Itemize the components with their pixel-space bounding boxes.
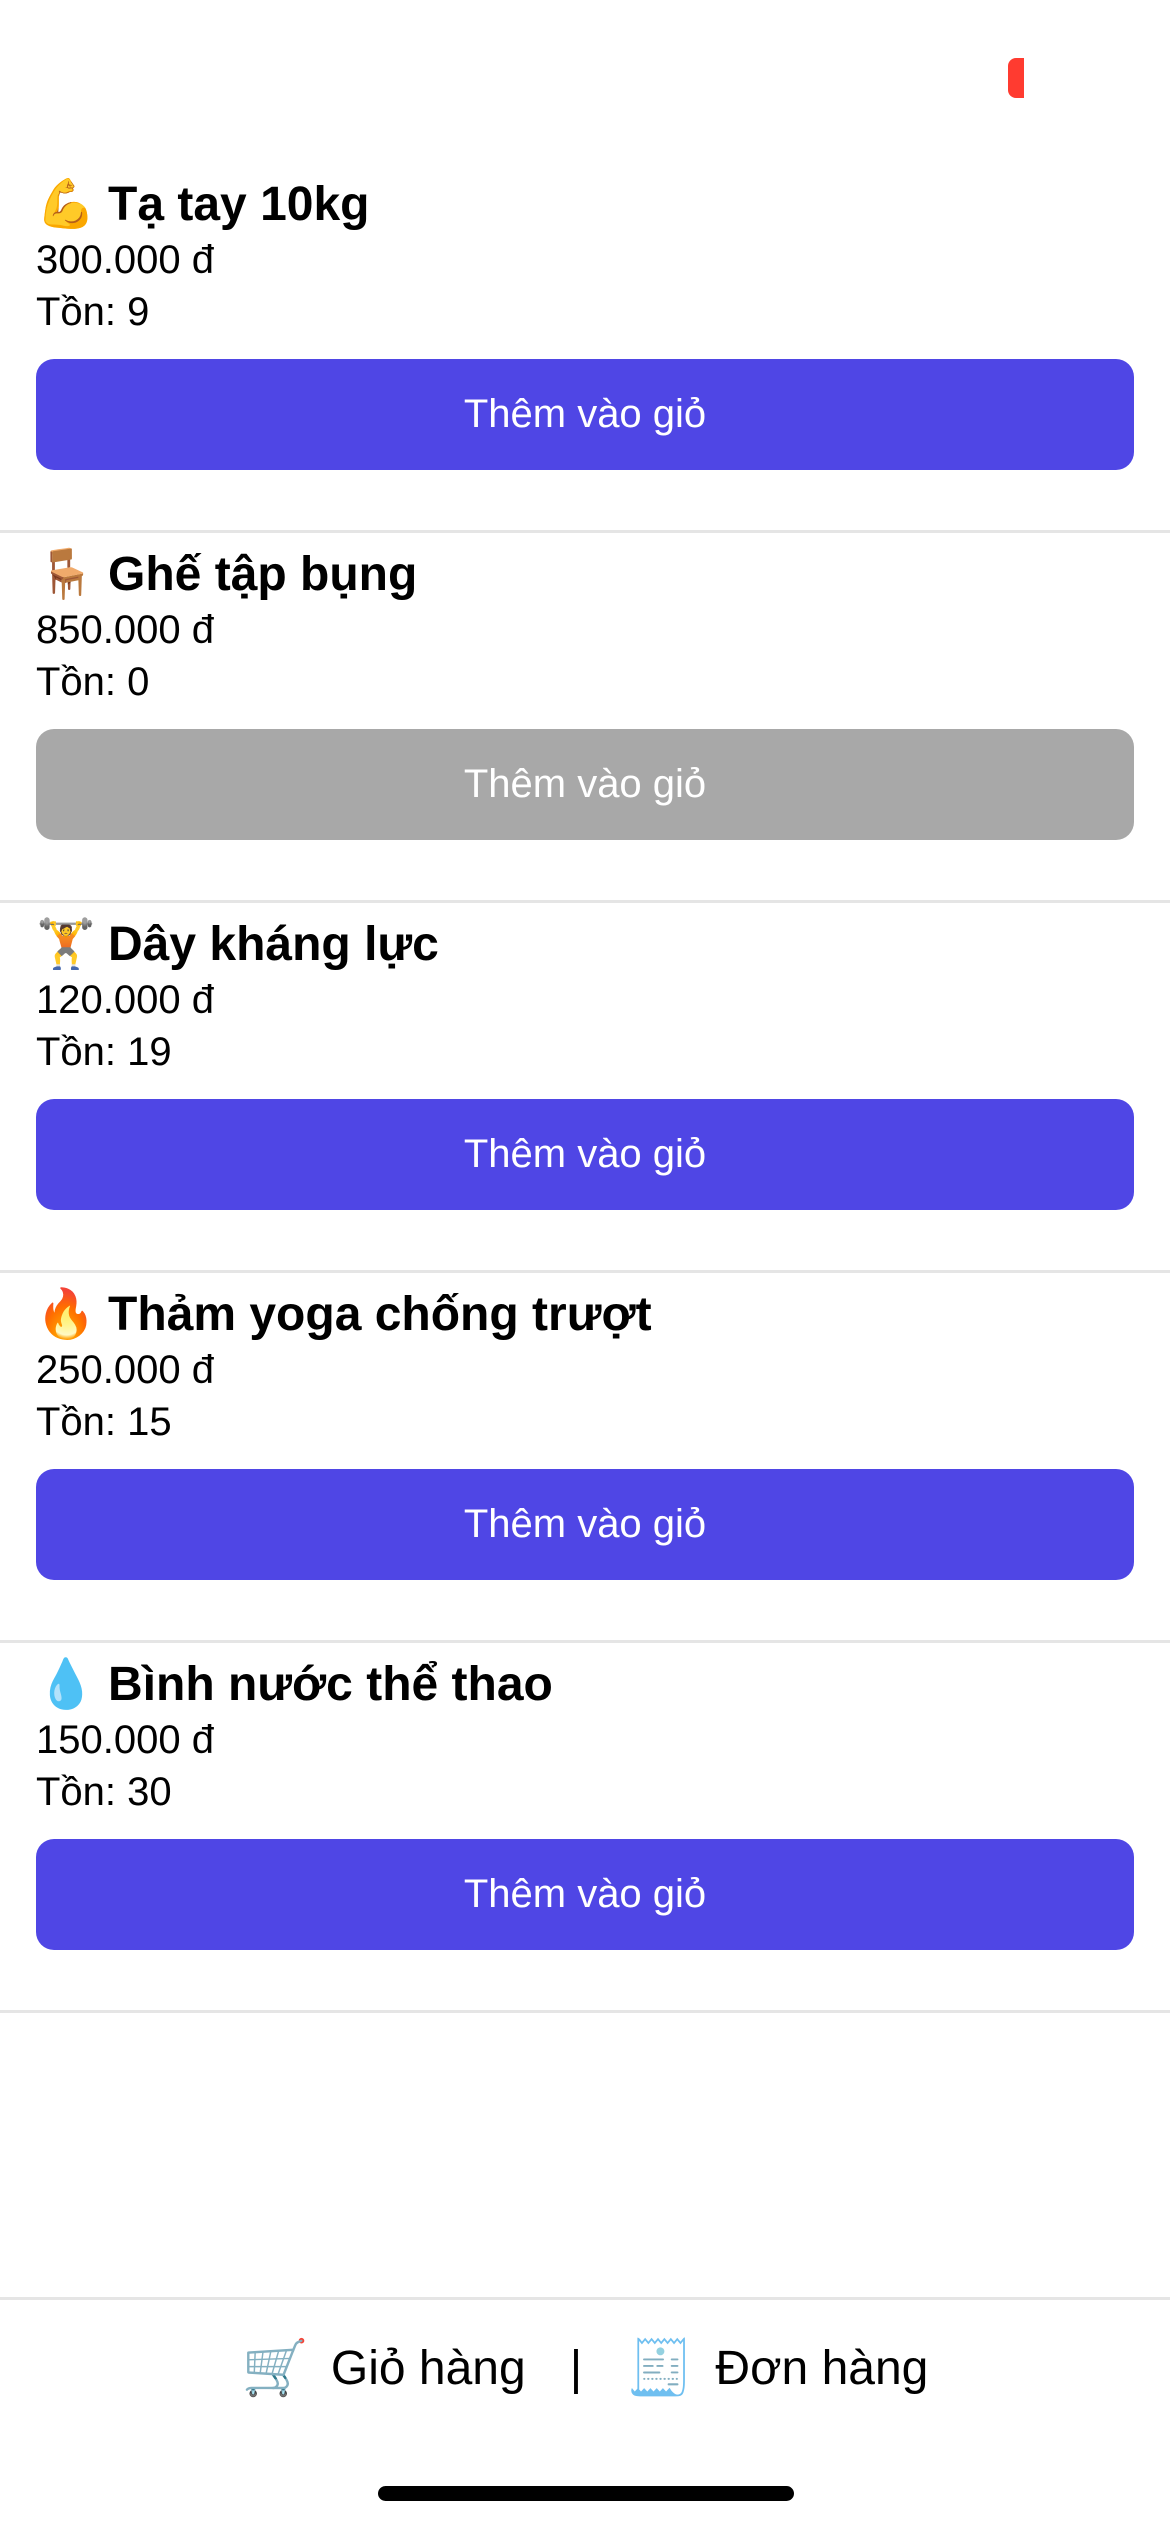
product-name: Bình nước thể thao (108, 1658, 553, 1711)
product-card: 🔥 Thảm yoga chống trượt 250.000 đ Tồn: 15… (0, 1273, 1170, 1643)
product-card: 💧 Bình nước thể thao 150.000 đ Tồn: 30 Th… (0, 1643, 1170, 2013)
product-stock: Tồn: 0 (36, 660, 150, 704)
add-to-cart-button[interactable]: Thêm vào giỏ (36, 1839, 1134, 1950)
cart-nav-link[interactable]: 🛒 Giỏ hàng (242, 2337, 526, 2400)
product-stock: Tồn: 30 (36, 1770, 172, 1814)
orders-nav-link[interactable]: 🧾 Đơn hàng (626, 2337, 928, 2400)
product-price: 850.000 đ (36, 608, 214, 652)
home-indicator (378, 2486, 794, 2501)
product-list: 💪 Tạ tay 10kg 300.000 đ Tồn: 9 Thêm vào g… (0, 163, 1170, 2013)
product-name: Ghế tập bụng (108, 548, 418, 601)
weight-lifter-icon: 🏋️ (36, 918, 96, 971)
flexed-biceps-icon: 💪 (36, 178, 96, 231)
cart-nav-label: Giỏ hàng (330, 2342, 526, 2395)
product-title: 🔥 Thảm yoga chống trượt (36, 1285, 652, 1345)
bottom-nav: 🛒 Giỏ hàng | 🧾 Đơn hàng (0, 2297, 1170, 2437)
product-name: Dây kháng lực (108, 918, 439, 971)
product-title: 💧 Bình nước thể thao (36, 1655, 553, 1715)
product-card: 🪑 Ghế tập bụng 850.000 đ Tồn: 0 Thêm vào … (0, 533, 1170, 903)
fire-icon: 🔥 (36, 1288, 96, 1341)
add-to-cart-button[interactable]: Thêm vào giỏ (36, 1469, 1134, 1580)
orders-nav-label: Đơn hàng (715, 2342, 929, 2395)
product-title: 🏋️ Dây kháng lực (36, 915, 439, 975)
product-price: 300.000 đ (36, 238, 214, 282)
screen: 💪 Tạ tay 10kg 300.000 đ Tồn: 9 Thêm vào g… (0, 0, 1170, 2532)
product-stock: Tồn: 15 (36, 1400, 172, 1444)
product-stock: Tồn: 19 (36, 1030, 172, 1074)
product-name: Thảm yoga chống trượt (108, 1288, 652, 1341)
product-price: 120.000 đ (36, 978, 214, 1022)
add-to-cart-button-disabled[interactable]: Thêm vào giỏ (36, 729, 1134, 840)
product-name: Tạ tay 10kg (108, 178, 370, 231)
add-to-cart-button[interactable]: Thêm vào giỏ (36, 1099, 1134, 1210)
nav-separator: | (569, 2342, 583, 2395)
product-price: 150.000 đ (36, 1718, 214, 1762)
product-title: 🪑 Ghế tập bụng (36, 545, 417, 605)
product-stock: Tồn: 9 (36, 290, 150, 334)
receipt-icon: 🧾 (626, 2338, 694, 2398)
product-price: 250.000 đ (36, 1348, 214, 1392)
droplet-icon: 💧 (36, 1658, 96, 1711)
shopping-cart-icon: 🛒 (241, 2338, 309, 2398)
product-card: 💪 Tạ tay 10kg 300.000 đ Tồn: 9 Thêm vào g… (0, 163, 1170, 533)
chair-icon: 🪑 (36, 548, 96, 601)
recording-indicator (1008, 58, 1024, 98)
product-card: 🏋️ Dây kháng lực 120.000 đ Tồn: 19 Thêm v… (0, 903, 1170, 1273)
add-to-cart-button[interactable]: Thêm vào giỏ (36, 359, 1134, 470)
product-title: 💪 Tạ tay 10kg (36, 175, 369, 235)
